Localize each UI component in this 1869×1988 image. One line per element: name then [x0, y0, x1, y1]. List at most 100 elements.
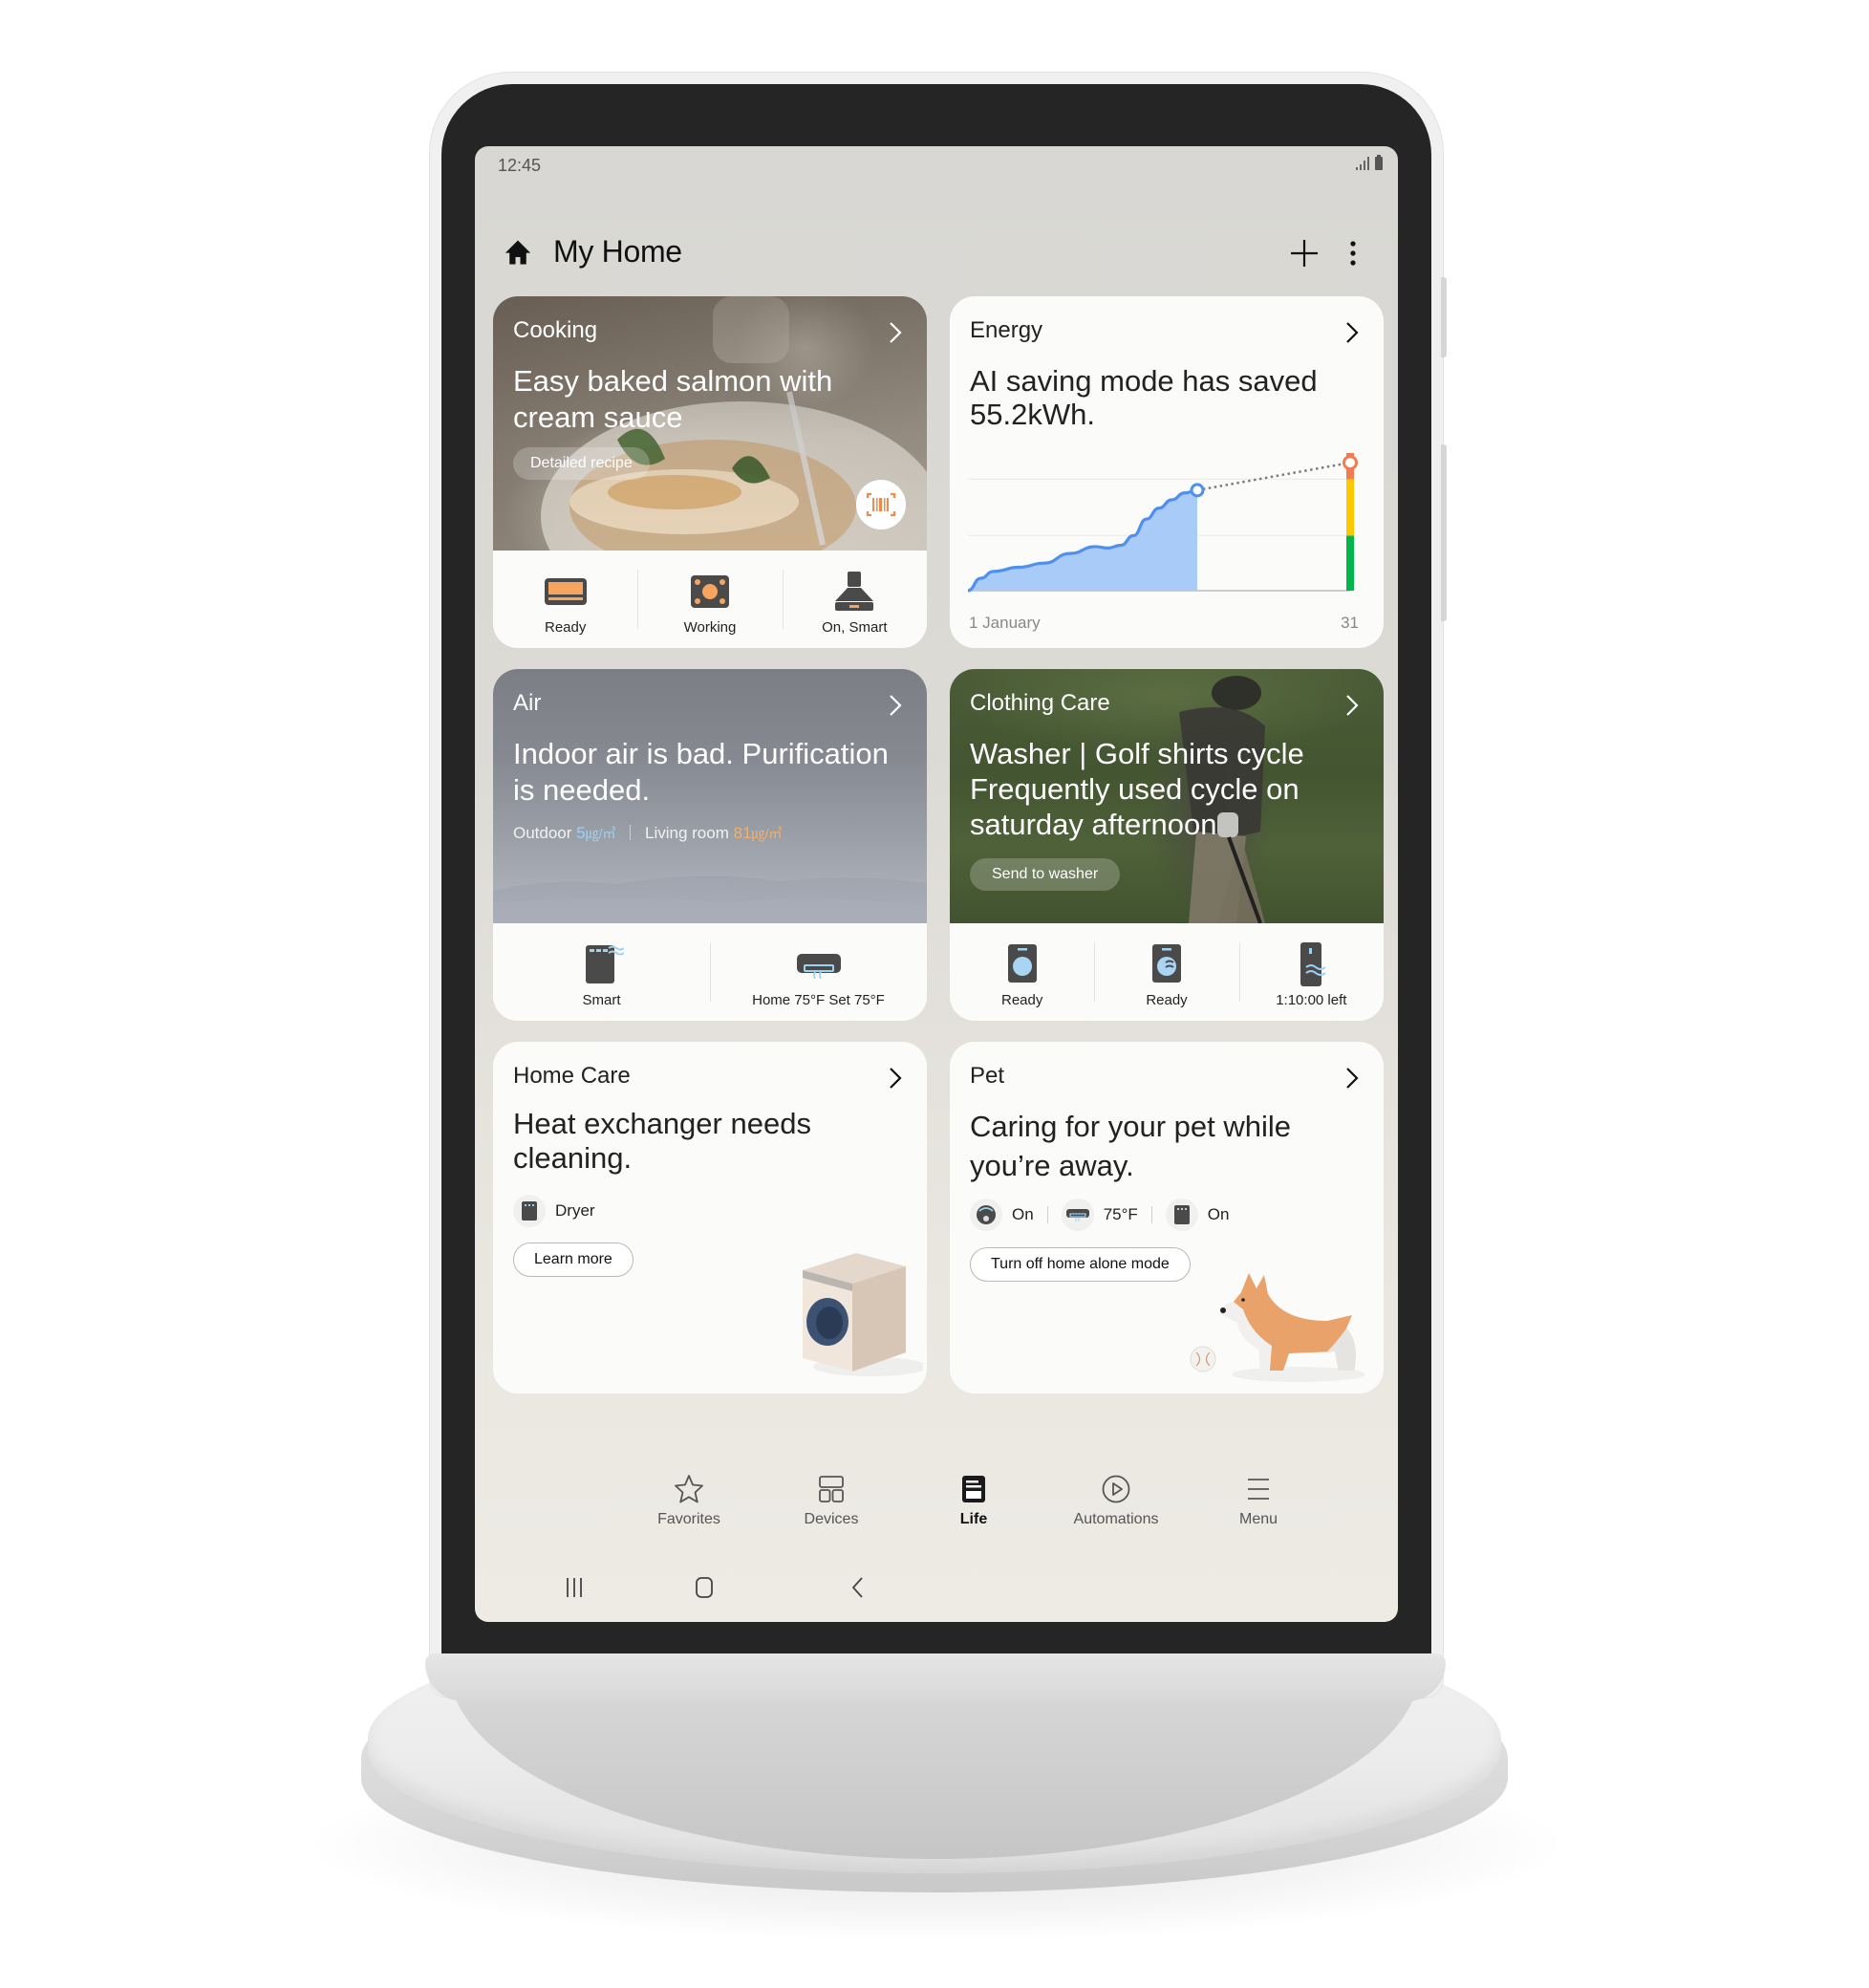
signal-icon	[1356, 157, 1369, 170]
pet-card[interactable]: Pet Caring for your pet while you’re awa…	[950, 1042, 1384, 1394]
stand-lip	[425, 1653, 1446, 1701]
battery-icon	[1375, 155, 1383, 170]
add-button[interactable]	[1285, 234, 1323, 272]
device-row: Ready Ready 1:10:00 left	[950, 923, 1384, 1021]
chevron-right-icon[interactable]	[889, 1067, 902, 1090]
home-button[interactable]	[685, 1568, 723, 1607]
devices-grid-icon	[819, 1476, 844, 1502]
page-title: My Home	[553, 234, 682, 269]
energy-chart	[968, 453, 1358, 593]
x-tick-label: 31	[1341, 614, 1359, 632]
cooktop-icon	[690, 575, 729, 608]
air-purifier-icon	[585, 945, 624, 983]
device-status: Ready	[1146, 992, 1188, 1008]
chevron-right-icon[interactable]	[1345, 1067, 1359, 1090]
card-headline: AI saving mode has saved 55.2kWh.	[970, 364, 1318, 431]
turn-off-home-alone-button[interactable]: Turn off home alone mode	[970, 1247, 1191, 1282]
cooking-card[interactable]: Cooking Easy baked salmon with cream sau…	[493, 296, 927, 648]
device-status: On, Smart	[822, 619, 888, 636]
chevron-right-icon[interactable]	[889, 321, 902, 344]
device-air-conditioner[interactable]: Home 75°F Set 75°F	[710, 923, 927, 1021]
device-status: Smart	[582, 992, 621, 1008]
card-headline: Easy baked salmon with cream sauce	[513, 364, 833, 434]
x-tick-label: 1 January	[969, 614, 1041, 632]
chevron-right-icon[interactable]	[1345, 321, 1359, 344]
learn-more-button[interactable]: Learn more	[513, 1242, 634, 1277]
device-air-purifier[interactable]: Smart	[493, 923, 710, 1021]
star-icon	[675, 1475, 703, 1503]
current-point-marker	[1190, 483, 1205, 498]
projected-point-marker	[1343, 455, 1358, 471]
card-headline: Indoor air is bad. Purification is neede…	[513, 737, 889, 807]
projected-line	[1196, 461, 1351, 492]
nav-menu[interactable]: Menu	[1192, 1473, 1325, 1528]
device-dryer[interactable]: Ready	[1094, 923, 1238, 1021]
more-vertical-icon	[1350, 241, 1356, 266]
outdoor-pm-value: 5	[576, 824, 586, 842]
indoor-pm-value: 81	[733, 824, 752, 842]
volume-button	[1441, 277, 1447, 357]
robot-vacuum-icon	[970, 1199, 1002, 1231]
device-cooktop[interactable]: Working	[637, 551, 782, 648]
range-hood-icon	[835, 572, 874, 611]
device-airdresser[interactable]: 1:10:00 left	[1238, 923, 1384, 1021]
chevron-right-icon[interactable]	[1345, 694, 1359, 717]
divider	[1046, 1206, 1048, 1223]
home-care-card[interactable]: Home Care Heat exchanger needs cleaning.…	[493, 1042, 927, 1394]
back-button[interactable]	[839, 1568, 877, 1607]
barcode-scan-button[interactable]	[856, 480, 906, 529]
device-range-hood[interactable]: On, Smart	[782, 551, 927, 648]
nav-label: Favorites	[657, 1511, 720, 1527]
clothing-care-card[interactable]: Clothing Care Washer | Golf shirts cycle…	[950, 669, 1384, 1021]
back-icon	[851, 1577, 863, 1598]
card-category: Cooking	[513, 317, 598, 343]
play-circle-icon	[1102, 1475, 1130, 1503]
header: My Home	[475, 225, 1398, 282]
bottom-navigation: Favorites Devices Life Automations Menu	[475, 1473, 1398, 1549]
device-row: Ready Working On, Smart	[493, 551, 927, 648]
outdoor-value: 5㎍/㎥	[576, 824, 615, 842]
device-status: Ready	[544, 619, 587, 636]
more-options-button[interactable]	[1339, 234, 1367, 272]
dryer-icon	[1151, 944, 1181, 983]
nav-devices[interactable]: Devices	[764, 1473, 898, 1528]
power-button	[1441, 444, 1447, 621]
card-category: Clothing Care	[970, 690, 1110, 716]
card-category: Pet	[970, 1063, 1005, 1089]
nav-automations[interactable]: Automations	[1049, 1473, 1183, 1528]
divider	[1150, 1206, 1152, 1223]
device-oven[interactable]: Ready	[493, 551, 637, 648]
air-card[interactable]: Air Indoor air is bad. Purification is n…	[493, 669, 927, 1021]
status-value: On	[1012, 1205, 1034, 1223]
unit-label: ㎍/㎥	[585, 826, 616, 841]
status-time: 12:45	[498, 156, 542, 175]
recents-button[interactable]	[555, 1568, 593, 1607]
device-status: 1:10:00 left	[1276, 992, 1347, 1008]
detailed-recipe-button[interactable]: Detailed recipe	[513, 447, 650, 480]
home-icon	[505, 240, 531, 265]
life-icon	[962, 1476, 985, 1502]
dryer-illustration	[803, 1253, 923, 1376]
card-headline: Washer | Golf shirts cycle Frequently us…	[970, 737, 1304, 841]
outdoor-label: Outdoor	[513, 824, 572, 842]
home-button-icon	[696, 1577, 713, 1598]
recents-icon	[567, 1578, 582, 1597]
device-status: Working	[683, 619, 737, 636]
level-bar-medium	[1346, 479, 1354, 536]
card-category: Air	[513, 690, 542, 716]
nav-life[interactable]: Life	[907, 1473, 1041, 1528]
system-navigation	[475, 1568, 1398, 1607]
card-category: Home Care	[513, 1063, 631, 1089]
send-to-washer-button[interactable]: Send to washer	[970, 858, 1121, 891]
nav-favorites[interactable]: Favorites	[622, 1473, 756, 1528]
corgi-illustration	[1190, 1273, 1365, 1382]
device-status: Ready	[1000, 992, 1043, 1008]
card-headline: Caring for your pet while you’re away.	[970, 1110, 1291, 1182]
energy-card[interactable]: Energy AI saving mode has saved 55.2kWh.…	[950, 296, 1384, 648]
chevron-right-icon[interactable]	[889, 694, 902, 717]
unit-label: ㎍/㎥	[751, 826, 783, 841]
airdresser-icon	[1300, 942, 1326, 986]
card-category: Energy	[970, 317, 1043, 343]
device-washer[interactable]: Ready	[950, 923, 1094, 1021]
status-value: 75°F	[1103, 1205, 1138, 1223]
